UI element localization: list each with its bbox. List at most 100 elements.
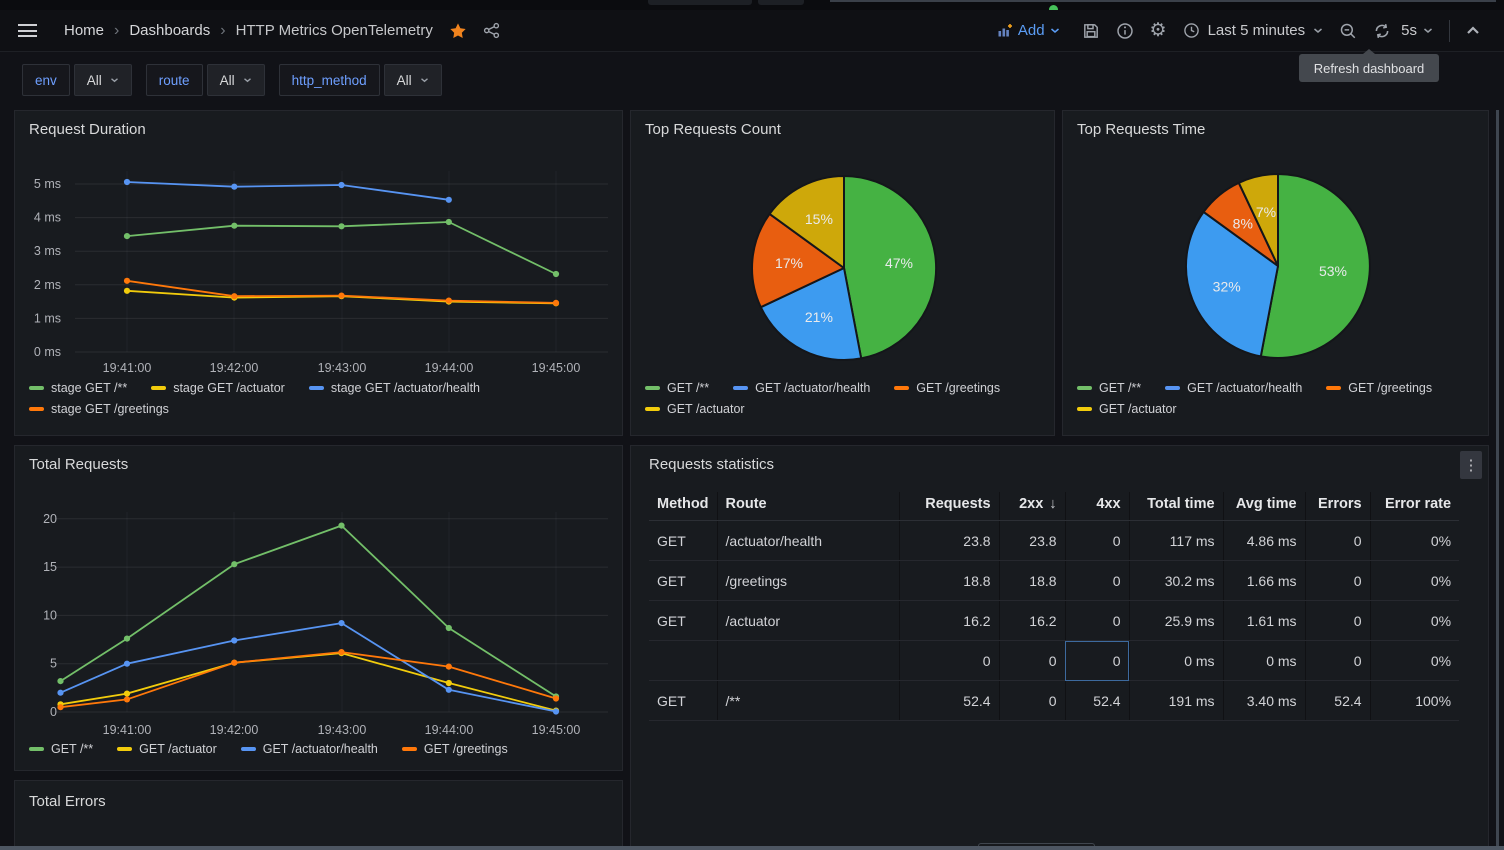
panel-request-duration: Request Duration 0 ms1 ms2 ms3 ms4 ms5 m… <box>14 110 623 436</box>
svg-text:7%: 7% <box>1256 204 1276 220</box>
legend-item[interactable]: GET /greetings <box>894 381 1000 395</box>
collapse-toolbar-button[interactable] <box>1458 16 1488 46</box>
legend-item[interactable]: stage GET /actuator <box>151 381 285 395</box>
legend-item[interactable]: stage GET /greetings <box>29 402 169 416</box>
variable-label-http_method[interactable]: http_method <box>279 64 380 96</box>
svg-text:10: 10 <box>43 608 57 622</box>
svg-text:0 ms: 0 ms <box>34 345 61 359</box>
filter-row: env All route All http_method All <box>22 64 442 96</box>
table-cell: 191 ms <box>1129 681 1223 721</box>
legend-item[interactable]: GET /greetings <box>1326 381 1432 395</box>
panel-menu-icon[interactable]: ⋮ <box>1460 451 1482 479</box>
zoom-out-icon <box>1339 22 1357 40</box>
table-cell: 4.86 ms <box>1223 521 1305 561</box>
table-cell: 3.40 ms <box>1223 681 1305 721</box>
total-requests-legend: GET /** GET /actuator GET /actuator/heal… <box>29 742 619 756</box>
legend-item[interactable]: GET /actuator <box>1077 402 1177 416</box>
table-header-row: MethodRouteRequests2xx↓4xxTotal timeAvg … <box>649 492 1459 521</box>
add-chart-icon <box>997 23 1013 39</box>
clock-icon <box>1183 22 1200 39</box>
share-icon[interactable] <box>483 22 500 39</box>
variable-label-env[interactable]: env <box>22 64 70 96</box>
refresh-dashboard-button[interactable] <box>1365 16 1399 46</box>
table-cell: 23.8 <box>899 521 999 561</box>
refresh-interval-label: 5s <box>1401 22 1417 39</box>
table-cell: 0 ms <box>1223 641 1305 681</box>
legend-label: GET /** <box>51 742 93 756</box>
legend-label: GET /** <box>1099 381 1141 395</box>
legend-item[interactable]: stage GET /** <box>29 381 127 395</box>
column-header-error-rate[interactable]: Error rate <box>1370 492 1459 521</box>
column-header-requests[interactable]: Requests <box>899 492 999 521</box>
top-requests-time-legend: GET /** GET /actuator/health GET /greeti… <box>1077 381 1475 416</box>
legend-label: GET /** <box>667 381 709 395</box>
variable-value-env[interactable]: All <box>74 64 132 96</box>
refresh-interval-picker[interactable]: 5s <box>1399 16 1441 46</box>
variable-env: env All <box>22 64 132 96</box>
svg-text:8%: 8% <box>1233 216 1253 232</box>
legend-swatch-icon <box>309 386 324 390</box>
variable-label-route[interactable]: route <box>146 64 203 96</box>
total-requests-chart[interactable]: 0510152019:41:0019:42:0019:43:0019:44:00… <box>15 446 622 775</box>
column-header-route[interactable]: Route <box>717 492 899 521</box>
table-cell: 16.2 <box>899 601 999 641</box>
dashboard-settings-button[interactable]: ⚙ <box>1142 16 1175 46</box>
table-row: GET/actuator/health23.823.80117 ms4.86 m… <box>649 521 1459 561</box>
legend-item[interactable]: GET /actuator/health <box>241 742 378 756</box>
gear-icon: ⚙ <box>1150 21 1167 40</box>
legend-item[interactable]: GET /actuator <box>117 742 217 756</box>
save-dashboard-button[interactable] <box>1074 16 1108 46</box>
column-header-avg-time[interactable]: Avg time <box>1223 492 1305 521</box>
legend-label: GET /actuator <box>139 742 217 756</box>
table-cell: 16.2 <box>999 601 1065 641</box>
table-row: GET/actuator16.216.2025.9 ms1.61 ms00% <box>649 601 1459 641</box>
svg-text:19:43:00: 19:43:00 <box>318 723 367 737</box>
column-header-total-time[interactable]: Total time <box>1129 492 1223 521</box>
menu-toggle-icon[interactable] <box>16 19 40 43</box>
table-cell: /actuator <box>717 601 899 641</box>
dashboard-toolbar: Add ⚙ Last 5 minutes <box>989 16 1488 46</box>
legend-item[interactable]: GET /actuator/health <box>1165 381 1302 395</box>
zoom-out-time-button[interactable] <box>1331 16 1365 46</box>
column-header-errors[interactable]: Errors <box>1305 492 1370 521</box>
legend-swatch-icon <box>241 747 256 751</box>
table-cell: 30.2 ms <box>1129 561 1223 601</box>
svg-text:19:45:00: 19:45:00 <box>532 723 581 737</box>
legend-swatch-icon <box>645 407 660 411</box>
legend-label: GET /greetings <box>916 381 1000 395</box>
legend-item[interactable]: stage GET /actuator/health <box>309 381 480 395</box>
top-navigation-bar: Home › Dashboards › HTTP Metrics OpenTel… <box>0 10 1504 52</box>
legend-item[interactable]: GET /actuator/health <box>733 381 870 395</box>
legend-item[interactable]: GET /greetings <box>402 742 508 756</box>
top-strip-fragment <box>758 0 804 5</box>
table-cell: 0% <box>1370 521 1459 561</box>
table-cell[interactable]: 0 <box>1065 641 1129 681</box>
table-cell: 18.8 <box>899 561 999 601</box>
breadcrumb-home[interactable]: Home <box>64 22 104 39</box>
time-range-picker[interactable]: Last 5 minutes <box>1175 16 1332 46</box>
favorite-star-icon[interactable] <box>449 22 467 40</box>
svg-text:47%: 47% <box>885 255 913 271</box>
column-header-2xx[interactable]: 2xx↓ <box>999 492 1065 521</box>
svg-text:19:42:00: 19:42:00 <box>210 361 259 375</box>
legend-item[interactable]: GET /** <box>1077 381 1141 395</box>
table-cell: 0% <box>1370 641 1459 681</box>
column-header-4xx[interactable]: 4xx <box>1065 492 1129 521</box>
legend-item[interactable]: GET /** <box>645 381 709 395</box>
table-cell: 0 <box>899 641 999 681</box>
legend-item[interactable]: GET /** <box>29 742 93 756</box>
column-header-method[interactable]: Method <box>649 492 717 521</box>
add-panel-button[interactable]: Add <box>989 16 1068 46</box>
save-icon <box>1082 22 1100 40</box>
table-cell <box>717 641 899 681</box>
breadcrumb-dashboards[interactable]: Dashboards <box>129 22 210 39</box>
page-scrollbar[interactable] <box>1496 110 1499 846</box>
svg-text:21%: 21% <box>805 309 833 325</box>
dashboard-insights-button[interactable] <box>1108 16 1142 46</box>
variable-value-route[interactable]: All <box>207 64 265 96</box>
variable-value-http_method[interactable]: All <box>384 64 442 96</box>
variable-route: route All <box>146 64 265 96</box>
legend-item[interactable]: GET /actuator <box>645 402 745 416</box>
info-circle-icon <box>1116 22 1134 40</box>
table-cell: 0 ms <box>1129 641 1223 681</box>
